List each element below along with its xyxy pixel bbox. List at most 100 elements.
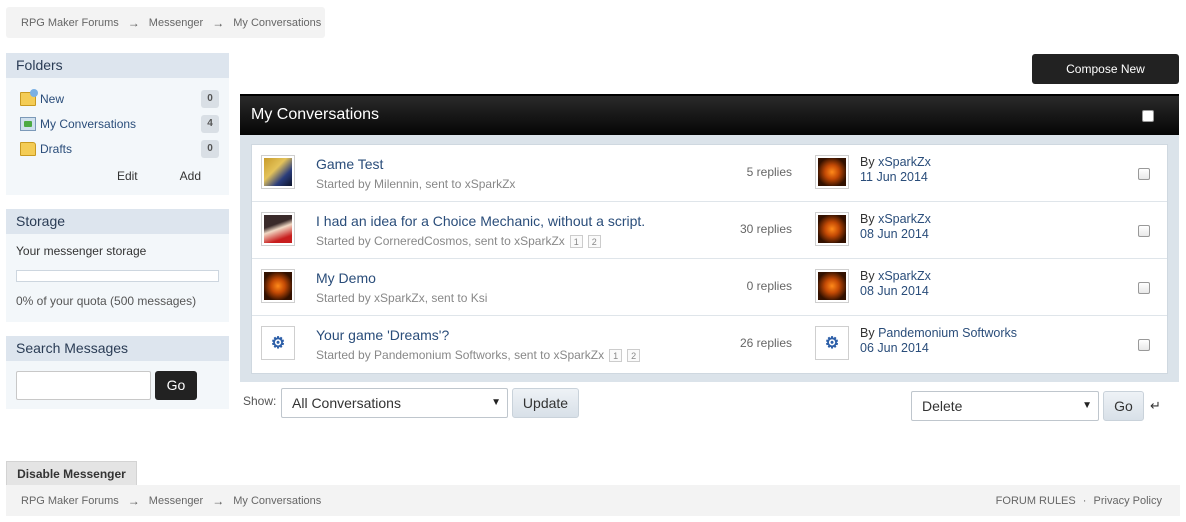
breadcrumb-item-messenger[interactable]: Messenger xyxy=(149,495,203,507)
conversations-header: My Conversations xyxy=(240,94,1179,135)
footer-breadcrumb: RPG Maker Forums → Messenger → My Conver… xyxy=(6,485,1180,516)
breadcrumb-item-messenger[interactable]: Messenger xyxy=(149,17,203,29)
last-post-date-link[interactable]: 08 Jun 2014 xyxy=(860,227,929,241)
folder-label[interactable]: My Conversations xyxy=(40,117,201,131)
last-by-prefix: By xyxy=(860,155,879,169)
folder-icon xyxy=(20,141,36,156)
search-input[interactable] xyxy=(16,371,151,400)
privacy-policy-link[interactable]: Privacy Policy xyxy=(1094,495,1162,507)
list-item: I had an idea for a Choice Mechanic, wit… xyxy=(252,202,1167,259)
avatar[interactable] xyxy=(261,269,295,303)
page-link-1[interactable]: 1 xyxy=(569,234,583,248)
conversation-starter-text: Started by Milennin, sent to xSparkZx xyxy=(316,177,516,191)
last-poster: By xSparkZx xyxy=(860,269,931,283)
folder-count-badge: 4 xyxy=(201,114,219,133)
compose-new-button[interactable]: Compose New xyxy=(1032,54,1179,84)
avatar[interactable] xyxy=(261,212,295,246)
conversation-list: Game Test Started by Milennin, sent to x… xyxy=(251,144,1168,374)
breadcrumb-item-conversations[interactable]: My Conversations xyxy=(233,17,321,29)
add-folder-link[interactable]: Add xyxy=(180,169,201,183)
breadcrumb-separator: → xyxy=(212,493,225,508)
breadcrumb-item-forums[interactable]: RPG Maker Forums xyxy=(21,495,119,507)
avatar[interactable] xyxy=(261,155,295,189)
conversation-title-link[interactable]: Your game 'Dreams'? xyxy=(316,327,449,343)
reply-count: 26 replies xyxy=(739,336,792,350)
avatar[interactable] xyxy=(815,269,849,303)
folder-item-drafts[interactable]: Drafts 0 xyxy=(20,136,219,161)
folders-panel: Folders New 0 My Conversations 4 Drafts … xyxy=(6,53,229,195)
last-poster-link[interactable]: Pandemonium Softworks xyxy=(878,326,1017,340)
reply-count: 30 replies xyxy=(739,222,792,236)
breadcrumb-item-conversations[interactable]: My Conversations xyxy=(233,495,321,507)
row-checkbox[interactable] xyxy=(1138,225,1150,237)
disable-messenger-button[interactable]: Disable Messenger xyxy=(6,461,137,485)
return-arrow-icon: ↵ xyxy=(1150,398,1161,413)
pandemonium-logo-icon: ⚙ xyxy=(264,329,292,357)
row-checkbox[interactable] xyxy=(1138,282,1150,294)
avatar[interactable]: ⚙ xyxy=(261,326,295,360)
folders-title: Folders xyxy=(6,53,229,78)
avatar[interactable] xyxy=(815,212,849,246)
conversation-title-link[interactable]: Game Test xyxy=(316,156,383,172)
conversation-list-wrapper: Game Test Started by Milennin, sent to x… xyxy=(240,135,1179,382)
list-item: ⚙ Your game 'Dreams'? Started by Pandemo… xyxy=(252,316,1167,373)
footer-links: FORUM RULES · Privacy Policy xyxy=(996,495,1162,507)
last-by-prefix: By xyxy=(860,212,879,226)
page-link-1[interactable]: 1 xyxy=(609,348,623,362)
forum-rules-link[interactable]: FORUM RULES xyxy=(996,495,1076,507)
action-select[interactable]: Delete ▼ xyxy=(911,391,1099,421)
conversation-starter-text: Started by CorneredCosmos, sent to xSpar… xyxy=(316,234,565,248)
folder-label[interactable]: Drafts xyxy=(40,142,201,156)
conversation-title-link[interactable]: I had an idea for a Choice Mechanic, wit… xyxy=(316,213,645,229)
avatar[interactable] xyxy=(815,155,849,189)
search-panel: Search Messages Go xyxy=(6,336,229,409)
conversation-starter-text: Started by xSparkZx, sent to Ksi xyxy=(316,291,488,305)
filter-select[interactable]: All Conversations ▼ xyxy=(281,388,508,418)
last-by-prefix: By xyxy=(860,269,879,283)
row-checkbox[interactable] xyxy=(1138,339,1150,351)
storage-description: Your messenger storage xyxy=(16,244,147,258)
last-by-prefix: By xyxy=(860,326,879,340)
folder-item-my-conversations[interactable]: My Conversations 4 xyxy=(20,111,219,136)
edit-folders-link[interactable]: Edit xyxy=(117,169,138,183)
filter-select-value: All Conversations xyxy=(292,395,401,411)
page-title: My Conversations xyxy=(251,106,380,123)
last-poster-link[interactable]: xSparkZx xyxy=(878,212,931,226)
page-link-2[interactable]: 2 xyxy=(627,348,641,362)
action-go-button[interactable]: Go xyxy=(1103,391,1144,421)
conversation-meta: Started by xSparkZx, sent to Ksi xyxy=(316,291,487,305)
last-post-date-link[interactable]: 11 Jun 2014 xyxy=(860,170,928,184)
breadcrumb-separator: → xyxy=(212,15,225,30)
chevron-down-icon: ▼ xyxy=(1082,400,1092,411)
last-poster: By xSparkZx xyxy=(860,155,931,169)
chevron-down-icon: ▼ xyxy=(491,397,501,408)
avatar[interactable]: ⚙ xyxy=(815,326,849,360)
select-all-checkbox[interactable] xyxy=(1142,110,1154,122)
last-poster-link[interactable]: xSparkZx xyxy=(878,269,931,283)
last-post-date-link[interactable]: 08 Jun 2014 xyxy=(860,284,929,298)
folder-label[interactable]: New xyxy=(40,92,201,106)
update-button[interactable]: Update xyxy=(512,388,579,418)
last-poster-link[interactable]: xSparkZx xyxy=(878,155,931,169)
show-label: Show: xyxy=(243,394,277,408)
row-checkbox[interactable] xyxy=(1138,168,1150,180)
storage-title: Storage xyxy=(6,209,229,234)
breadcrumb-separator: → xyxy=(127,15,140,30)
last-post-date-link[interactable]: 06 Jun 2014 xyxy=(860,341,929,355)
page-link-2[interactable]: 2 xyxy=(587,234,601,248)
breadcrumb-separator: → xyxy=(127,493,140,508)
search-go-button[interactable]: Go xyxy=(155,371,197,400)
conversation-meta: Started by Pandemonium Softworks, sent t… xyxy=(316,348,641,362)
conversation-starter-text: Started by Pandemonium Softworks, sent t… xyxy=(316,348,605,362)
folder-count-badge: 0 xyxy=(201,139,219,158)
last-poster: By xSparkZx xyxy=(860,212,931,226)
breadcrumb-item-forums[interactable]: RPG Maker Forums xyxy=(21,17,119,29)
folder-item-new[interactable]: New 0 xyxy=(20,86,219,111)
last-poster: By Pandemonium Softworks xyxy=(860,326,1017,340)
conversation-meta: Started by CorneredCosmos, sent to xSpar… xyxy=(316,234,601,248)
inbox-icon xyxy=(20,116,36,131)
storage-panel: Storage Your messenger storage 0% of you… xyxy=(6,209,229,322)
conversation-title-link[interactable]: My Demo xyxy=(316,270,376,286)
reply-count: 5 replies xyxy=(746,165,792,179)
conversation-meta: Started by Milennin, sent to xSparkZx xyxy=(316,177,515,191)
